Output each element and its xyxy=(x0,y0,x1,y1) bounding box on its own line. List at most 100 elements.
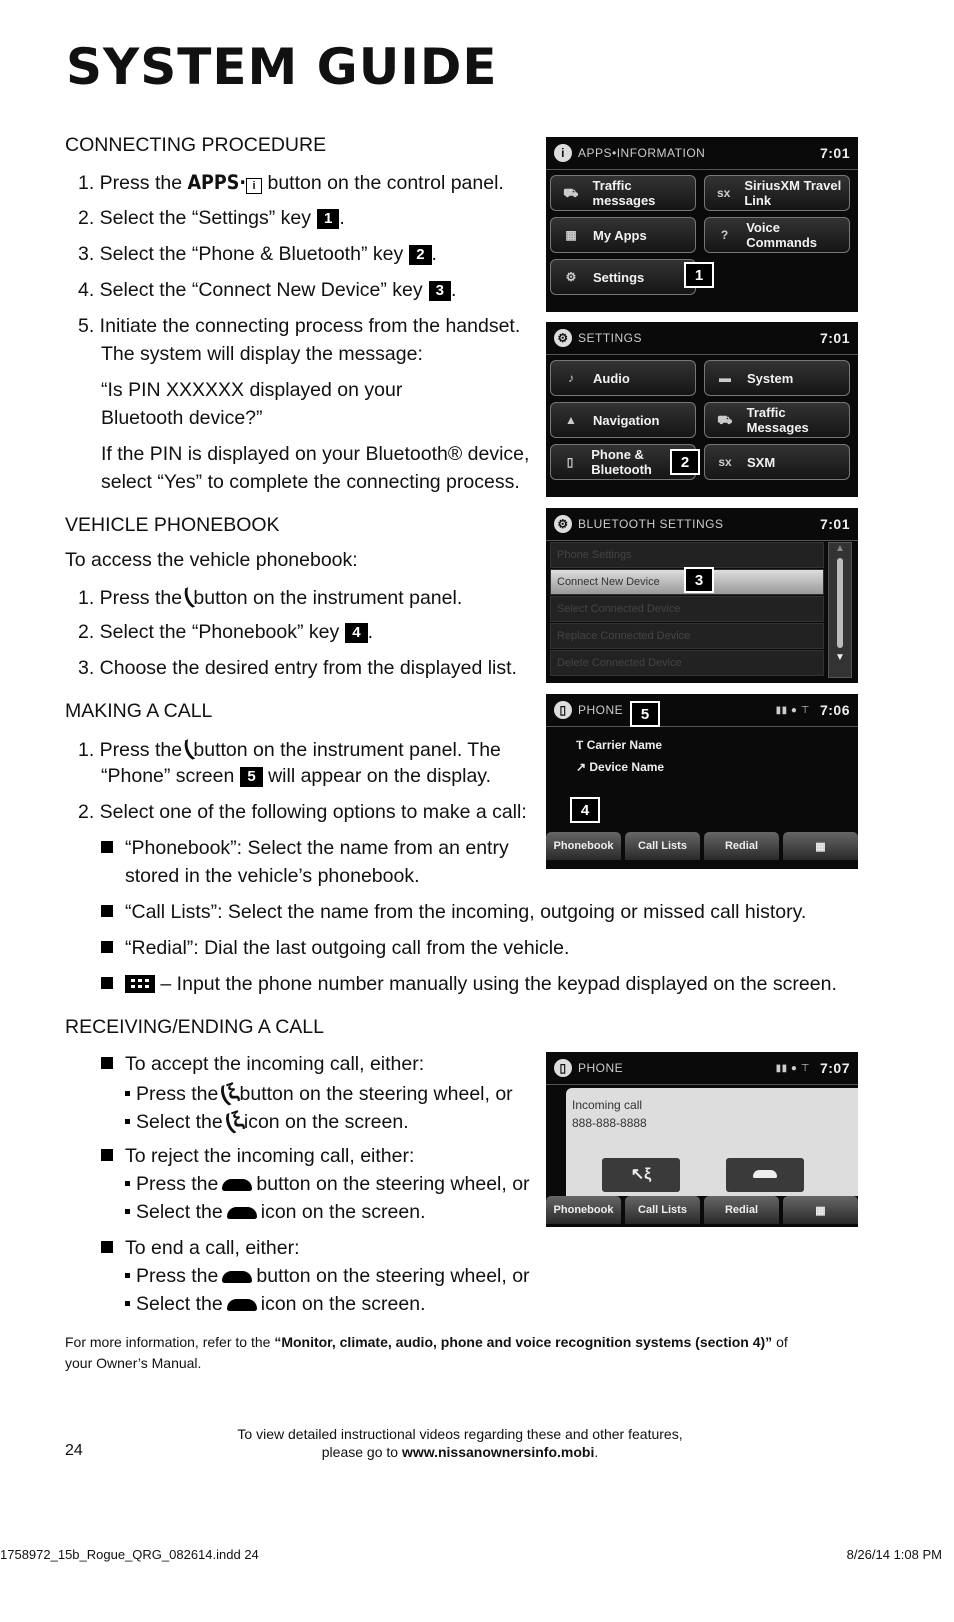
connect-step-5: 5. Initiate the connecting process from … xyxy=(78,315,521,337)
text: button on the instrument panel. The xyxy=(193,739,501,761)
call-lists-tab[interactable]: Call Lists xyxy=(625,832,700,860)
receiving-heading: RECEIVING/ENDING A CALL xyxy=(65,1016,324,1038)
redial-tab[interactable]: Redial xyxy=(704,1196,779,1224)
label: Settings xyxy=(593,269,645,285)
video-info-1: To view detailed instructional videos re… xyxy=(237,1426,683,1442)
info-icon: i xyxy=(554,144,572,162)
option-keypad: – Input the phone number manually using … xyxy=(101,970,837,999)
clock: 7:01 xyxy=(819,145,850,161)
option-call-lists: “Call Lists”: Select the name from the i… xyxy=(101,898,806,927)
video-info-2: please go to www.nissanownersinfo.mobi. xyxy=(160,1444,760,1460)
more-info: For more information, refer to the “Moni… xyxy=(65,1334,788,1350)
gear-icon: ⚙ xyxy=(554,515,572,533)
scroll-thumb[interactable] xyxy=(837,558,843,648)
keypad-icon xyxy=(125,975,155,993)
replace-connected-device-row[interactable]: Replace Connected Device xyxy=(550,623,824,649)
call-step-1: 1. Press the(button on the instrument pa… xyxy=(78,734,501,765)
callout-badge: 5 xyxy=(240,767,263,787)
carrier-name: Ⲧ Carrier Name xyxy=(576,738,662,753)
reject-call-button[interactable] xyxy=(726,1158,804,1192)
callout-badge: 1 xyxy=(317,209,340,229)
phone-voice-icon: (ξ xyxy=(220,1105,246,1136)
screen-header: ⚙ BLUETOOTH SETTINGS 7:01 xyxy=(546,508,858,541)
select-connected-device-row[interactable]: Select Connected Device xyxy=(550,596,824,622)
text: Press the xyxy=(136,1173,219,1195)
sxm-icon: sx xyxy=(718,454,732,469)
bullet xyxy=(101,1241,113,1253)
phone-screen: ▯ PHONE ▮▮ ● ⊤ 7:06 Ⲧ Carrier Name ↗ Device… xyxy=(546,694,858,869)
text: – Input the phone number manually using … xyxy=(160,973,837,995)
website-link[interactable]: www.nissanownersinfo.mobi xyxy=(402,1444,594,1460)
bullet xyxy=(125,1119,130,1124)
pin-instruction-1: If the PIN is displayed on your Bluetoot… xyxy=(101,443,530,465)
scrollbar[interactable]: ▲ ▼ xyxy=(828,542,852,678)
system-button[interactable]: ▬ System xyxy=(704,360,850,396)
text: . xyxy=(594,1444,599,1460)
bullet xyxy=(101,977,113,989)
text: button on the control panel. xyxy=(262,172,504,194)
traffic-messages-button[interactable]: ⛟ Traffic Messages xyxy=(704,402,850,438)
clock: 7:01 xyxy=(819,516,850,532)
keypad-tab[interactable]: ▦ xyxy=(783,1196,858,1224)
text: 2. Select the “Phonebook” key xyxy=(78,621,340,643)
text: 1. Press the xyxy=(78,172,188,194)
pin-quote-2: Bluetooth device?” xyxy=(101,407,263,429)
traffic-messages-button[interactable]: ⛟ Traffic messages xyxy=(550,175,696,211)
end-heading: To end a call, either: xyxy=(101,1234,300,1263)
callout-badge: 3 xyxy=(428,281,451,301)
connect-step-4: 4. Select the “Connect New Device” key 3. xyxy=(78,279,457,301)
label: Voice Commands xyxy=(746,220,817,250)
my-apps-button[interactable]: ▦ My Apps xyxy=(550,217,696,253)
hang-up-icon xyxy=(753,1170,777,1178)
accept-call-button[interactable]: ↖ξ xyxy=(602,1158,680,1192)
text: 1. Press the xyxy=(78,739,183,761)
screen-title: PHONE xyxy=(578,703,624,717)
redial-tab[interactable]: Redial xyxy=(704,832,779,860)
callout-4: 4 xyxy=(570,797,600,823)
connect-step-5-cont: The system will display the message: xyxy=(101,343,423,365)
connect-step-1: 1. Press the APPS· i button on the contro… xyxy=(78,168,504,198)
print-date: 8/26/14 1:08 PM xyxy=(846,1547,942,1562)
text: icon on the screen. xyxy=(243,1111,409,1133)
navigation-button[interactable]: ▲ Navigation xyxy=(550,402,696,438)
text: Select the xyxy=(136,1111,223,1133)
end-option-2: Select the icon on the screen. xyxy=(125,1290,426,1319)
reject-option-1: Press the button on the steering wheel, o… xyxy=(125,1170,530,1199)
bullet xyxy=(125,1091,130,1096)
voice-commands-button[interactable]: ? Voice Commands xyxy=(704,217,850,253)
callout-badge: 4 xyxy=(345,623,368,643)
scroll-down-icon[interactable]: ▼ xyxy=(829,652,851,663)
screen-header: i APPS•INFORMATION 7:01 xyxy=(546,137,858,170)
phonebook-tab[interactable]: Phonebook xyxy=(546,1196,621,1224)
option-phonebook: “Phonebook”: Select the name from an ent… xyxy=(101,834,509,863)
phone-icon: ↗ xyxy=(576,760,590,774)
label: My Apps xyxy=(593,227,647,243)
status-icons: ▮▮ ● ⊤ xyxy=(775,1062,810,1074)
text: button on the steering wheel, or xyxy=(256,1173,530,1195)
phonebook-tab[interactable]: Phonebook xyxy=(546,832,621,860)
callout-badge: 2 xyxy=(409,245,432,265)
sxm-button[interactable]: sx SXM xyxy=(704,444,850,480)
pin-instruction-2: select “Yes” to complete the connecting … xyxy=(101,471,520,493)
keypad-tab[interactable]: ▦ xyxy=(783,832,858,860)
label: Traffic Messages xyxy=(746,405,809,435)
audio-button[interactable]: ♪ Audio xyxy=(550,360,696,396)
file-slug: 1758972_15b_Rogue_QRG_082614.indd 24 xyxy=(0,1547,259,1562)
settings-button[interactable]: ⚙ Settings xyxy=(550,259,696,295)
connect-step-2: 2. Select the “Settings” key 1. xyxy=(78,207,345,229)
traffic-icon: ⛟ xyxy=(563,185,579,200)
text: button on the steering wheel, or xyxy=(239,1083,513,1105)
call-lists-tab[interactable]: Call Lists xyxy=(625,1196,700,1224)
phone-settings-row[interactable]: Phone Settings xyxy=(550,542,824,568)
siriusxm-travel-link-button[interactable]: sx SiriusXM Travel Link xyxy=(704,175,850,211)
clock: 7:01 xyxy=(819,330,850,346)
option-redial: “Redial”: Dial the last outgoing call fr… xyxy=(101,934,569,963)
hang-up-icon xyxy=(226,1299,257,1311)
phone-tabbar: Phonebook Call Lists Redial ▦ xyxy=(546,832,858,860)
delete-connected-device-row[interactable]: Delete Connected Device xyxy=(550,650,824,676)
caller-number: 888-888-8888 xyxy=(572,1116,647,1130)
screen-title: BLUETOOTH SETTINGS xyxy=(578,517,724,531)
reject-option-2: Select the icon on the screen. xyxy=(125,1198,426,1227)
scroll-up-icon[interactable]: ▲ xyxy=(829,543,851,554)
clock: 7:06 xyxy=(819,702,850,718)
